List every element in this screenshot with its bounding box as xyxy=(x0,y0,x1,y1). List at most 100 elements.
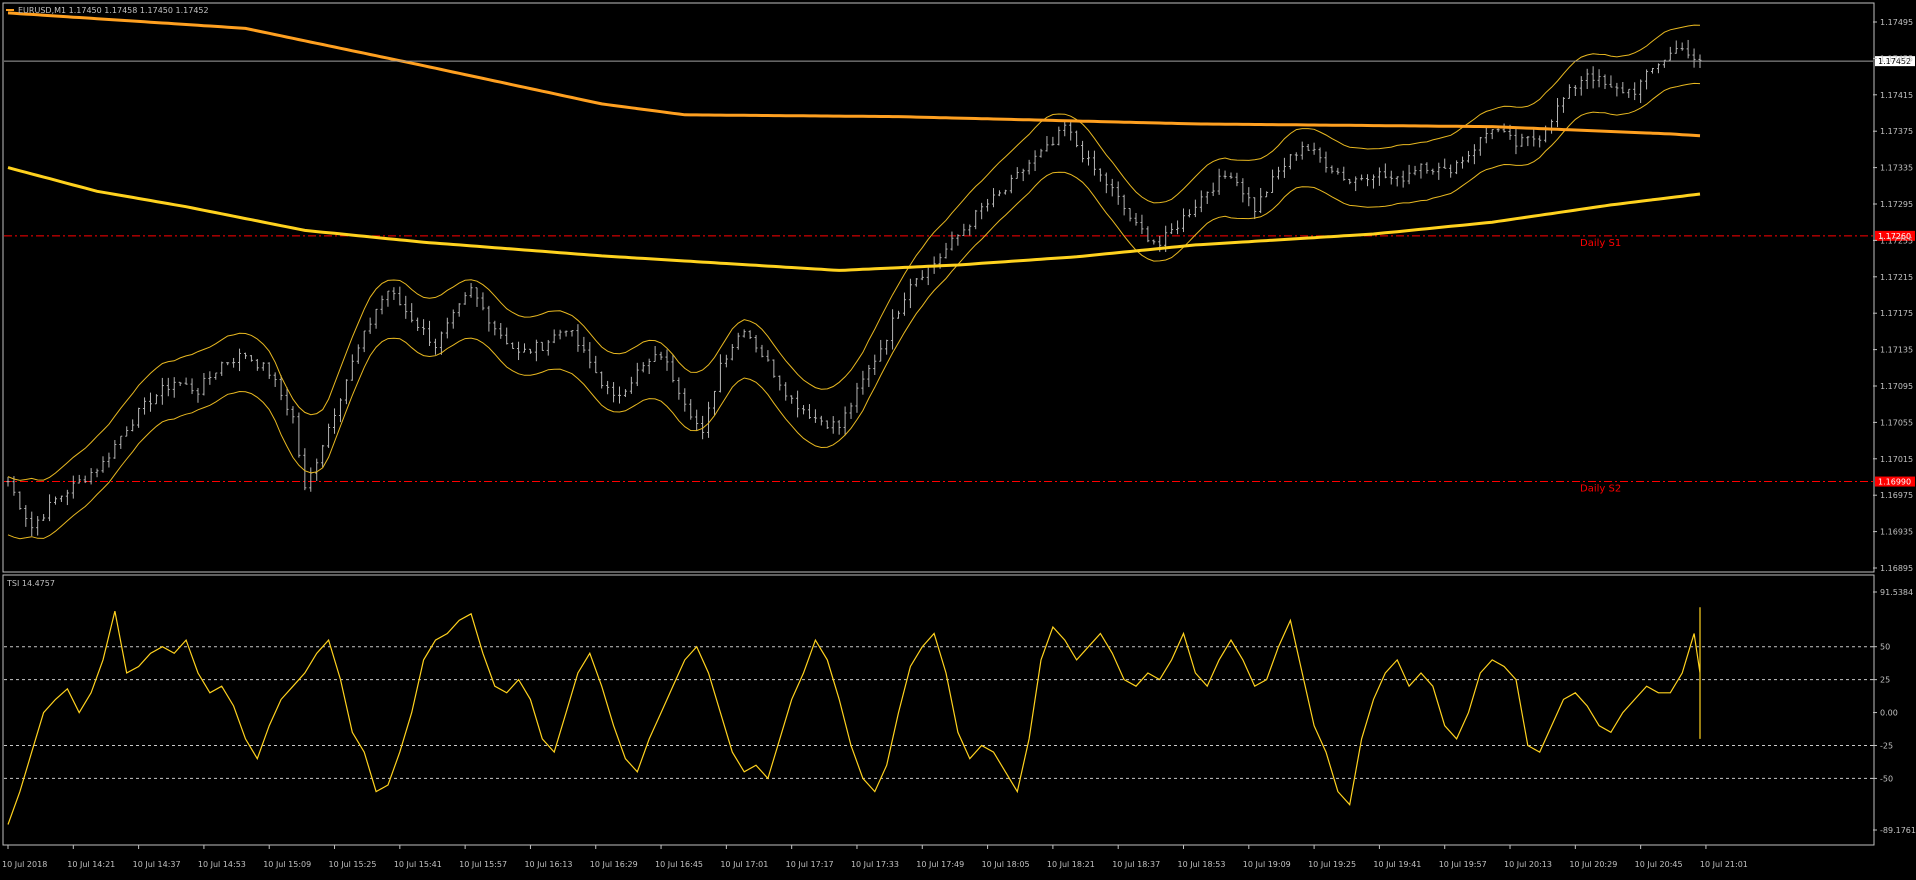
price-bar xyxy=(1092,150,1096,176)
price-bar xyxy=(1187,209,1191,218)
price-bar xyxy=(1573,85,1577,97)
price-bar xyxy=(962,223,966,237)
price-bar xyxy=(356,344,360,364)
chart-canvas[interactable]: Daily S11.17260Daily S21.16990 1.17452 9… xyxy=(0,0,1916,876)
price-bar xyxy=(1276,166,1280,180)
price-bar xyxy=(428,320,432,347)
chart-title: EURUSD,M1 1.17450 1.17458 1.17450 1.1745… xyxy=(18,6,209,15)
chart-window[interactable]: Daily S1 1.17260 Daily S2 1.16990 1.17452 9… xyxy=(0,0,1916,876)
price-bar xyxy=(760,344,764,358)
price-bar xyxy=(208,371,212,385)
time-tick-label: 10 Jul 15:25 xyxy=(329,860,377,869)
price-bar xyxy=(950,231,954,251)
price-bar xyxy=(1069,121,1073,141)
price-bar xyxy=(1294,152,1298,161)
time-tick-label: 10 Jul 14:21 xyxy=(67,860,115,869)
price-bar xyxy=(148,392,152,412)
time-tick-label: 10 Jul 17:33 xyxy=(851,860,899,869)
time-tick-label: 10 Jul 2018 xyxy=(2,860,47,869)
price-bar xyxy=(873,354,877,375)
price-bar xyxy=(695,409,699,431)
price-bar xyxy=(273,372,277,387)
time-tick-label: 10 Jul 19:41 xyxy=(1373,860,1421,869)
price-bar xyxy=(1336,167,1340,175)
price-bar xyxy=(243,352,247,359)
price-bar xyxy=(1027,159,1031,175)
price-bar xyxy=(534,339,538,362)
price-bar xyxy=(1300,141,1304,160)
price-bar xyxy=(1306,144,1310,151)
price-bar xyxy=(1170,223,1174,234)
time-tick-label: 10 Jul 19:25 xyxy=(1308,860,1356,869)
price-bar xyxy=(1567,84,1571,99)
price-bar xyxy=(184,377,188,385)
price-bar xyxy=(570,330,574,337)
price-bar xyxy=(350,354,354,381)
price-bar xyxy=(552,329,556,344)
price-bars[interactable] xyxy=(6,39,1702,537)
price-bar xyxy=(1116,181,1120,205)
price-bar xyxy=(285,387,289,416)
price-bar xyxy=(683,388,687,412)
price-bar xyxy=(1550,119,1554,134)
price-bar xyxy=(724,354,728,368)
price-bar xyxy=(1437,162,1441,180)
time-tick-label: 10 Jul 19:09 xyxy=(1243,860,1291,869)
price-bar xyxy=(1045,136,1049,152)
price-bar xyxy=(59,495,63,502)
price-bar xyxy=(1377,167,1381,186)
price-bar xyxy=(137,407,141,428)
price-bar xyxy=(594,355,598,374)
price-bar xyxy=(1395,176,1399,187)
price-bar xyxy=(1449,164,1453,178)
symbol-marker xyxy=(6,9,14,11)
price-bar xyxy=(1585,68,1589,89)
price-bar xyxy=(1134,212,1138,226)
pivot-label: Daily S2 xyxy=(1580,484,1621,495)
price-bar xyxy=(629,376,633,394)
price-bar xyxy=(546,339,550,356)
price-bar xyxy=(107,452,111,468)
price-bar xyxy=(766,350,770,362)
price-bar xyxy=(202,373,206,396)
price-bar xyxy=(879,339,883,362)
price-bar xyxy=(48,494,52,522)
tsi-tick-label: -25 xyxy=(1880,741,1893,750)
price-bar xyxy=(143,397,147,415)
price-bar xyxy=(748,330,752,340)
price-bar xyxy=(671,354,675,383)
price-tick-label: 1.17055 xyxy=(1880,418,1913,427)
price-bar xyxy=(232,357,236,368)
price-bar xyxy=(475,287,479,307)
price-bar xyxy=(451,309,455,329)
price-bar xyxy=(1561,97,1565,113)
price-bar xyxy=(617,386,621,404)
price-bar xyxy=(980,202,984,220)
time-tick-label: 10 Jul 20:45 xyxy=(1635,860,1683,869)
moving-average-lines xyxy=(7,11,1701,272)
price-bar xyxy=(125,426,129,437)
price-bar xyxy=(416,317,420,331)
price-bar xyxy=(71,475,75,499)
price-bar xyxy=(1235,172,1239,187)
price-tick-label: 1.17375 xyxy=(1880,127,1913,136)
tsi-tick-label: 25 xyxy=(1880,676,1890,685)
price-bar xyxy=(1686,39,1690,59)
price-bar xyxy=(439,331,443,355)
price-bar xyxy=(1223,170,1227,179)
price-tick-label: 1.17015 xyxy=(1880,455,1913,464)
price-bar xyxy=(511,342,515,349)
price-bar xyxy=(1639,79,1643,104)
price-bar xyxy=(154,394,158,405)
price-bar xyxy=(1140,214,1144,235)
price-bar xyxy=(1122,194,1126,216)
price-bar xyxy=(1146,226,1150,243)
price-bar xyxy=(1401,170,1405,188)
price-bar xyxy=(1075,130,1079,148)
time-tick-label: 10 Jul 15:41 xyxy=(394,860,442,869)
price-bar xyxy=(433,338,437,355)
price-bar xyxy=(707,401,711,438)
pivot-price-label: 1.16990 xyxy=(1878,478,1911,487)
price-bar xyxy=(754,335,758,353)
price-bar xyxy=(1152,239,1156,245)
